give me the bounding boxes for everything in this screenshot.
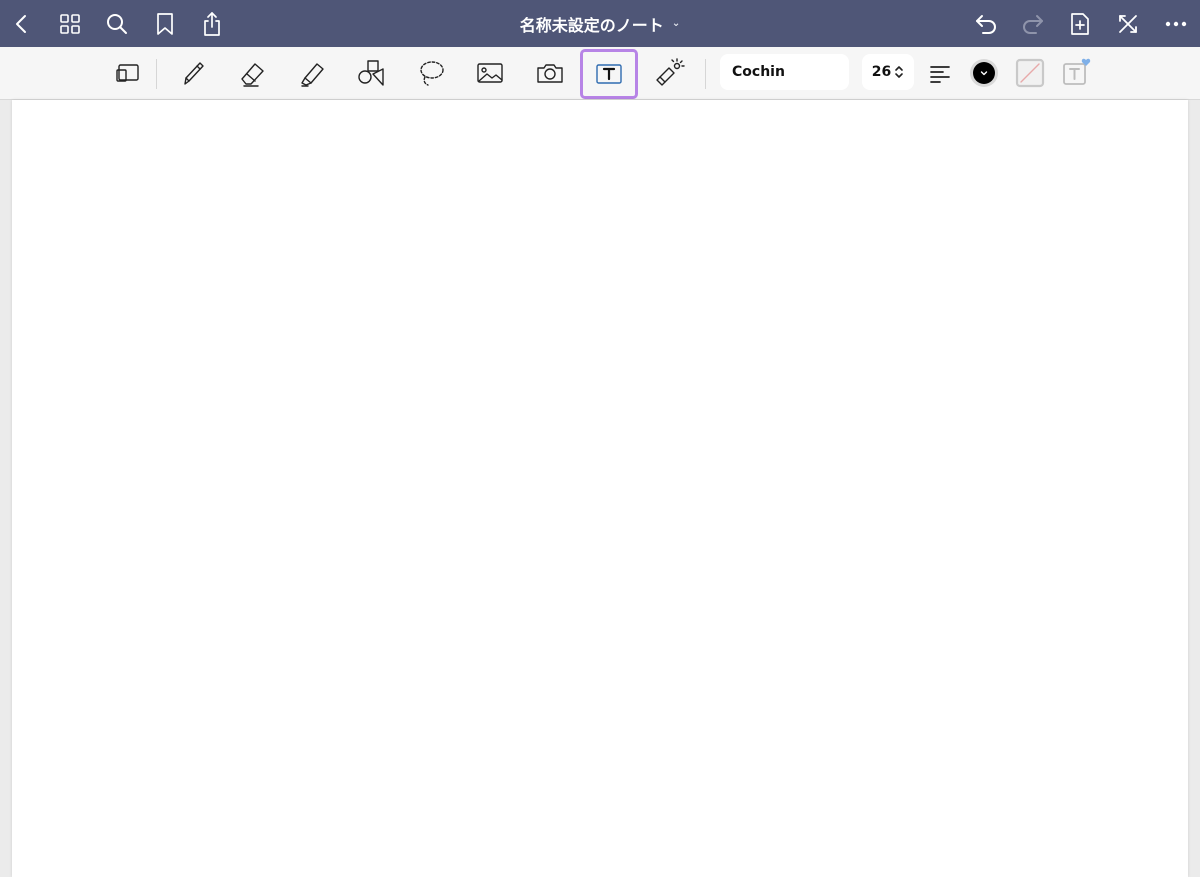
note-title: 名称未設定のノート xyxy=(519,15,664,35)
redo-button[interactable] xyxy=(1015,6,1051,42)
image-tool-button[interactable] xyxy=(468,52,512,94)
page-thumbnail-button[interactable] xyxy=(106,52,150,94)
image-icon xyxy=(477,63,503,83)
back-button[interactable] xyxy=(4,6,40,42)
share-icon xyxy=(204,12,220,36)
grid-icon xyxy=(60,14,80,34)
fullscreen-button[interactable] xyxy=(1110,6,1146,42)
toolbar-divider xyxy=(156,59,157,89)
highlighter-icon xyxy=(301,63,324,87)
highlighter-tool-button[interactable] xyxy=(290,52,334,94)
chevron-down-icon: ⌄ xyxy=(671,18,681,29)
lasso-tool-button[interactable] xyxy=(409,52,453,94)
font-name-selector[interactable]: Cochin xyxy=(720,54,849,90)
pen-tool-button[interactable] xyxy=(170,52,214,94)
drawing-toolbar xyxy=(0,47,1200,100)
pen-icon xyxy=(184,62,204,85)
lasso-icon xyxy=(420,61,444,86)
close-fullscreen-icon xyxy=(1119,15,1137,33)
note-page-canvas[interactable] xyxy=(12,100,1188,877)
undo-icon xyxy=(976,15,996,34)
more-icon xyxy=(1165,21,1187,27)
laser-pointer-icon xyxy=(656,58,685,86)
redo-icon xyxy=(1023,15,1043,34)
stepper-chevrons-icon xyxy=(895,66,904,78)
note-title-button[interactable]: 名称未設定のノート ⌄ xyxy=(520,12,680,36)
add-page-button[interactable] xyxy=(1062,6,1098,42)
camera-tool-button[interactable] xyxy=(528,52,572,94)
font-size-stepper[interactable]: 26 xyxy=(862,54,914,90)
eraser-icon xyxy=(241,63,264,87)
add-page-icon xyxy=(1071,13,1089,35)
font-name: Cochin xyxy=(732,64,785,80)
toolbar-divider xyxy=(705,59,706,89)
fill-color-button[interactable] xyxy=(1008,52,1052,94)
search-button[interactable] xyxy=(99,6,135,42)
more-button[interactable] xyxy=(1158,6,1194,42)
text-color-button[interactable] xyxy=(962,52,1006,94)
camera-icon xyxy=(537,64,563,83)
shapes-icon xyxy=(358,60,384,86)
search-icon xyxy=(107,14,127,34)
no-fill-icon xyxy=(1015,58,1045,88)
text-box-icon xyxy=(596,64,622,84)
align-left-icon xyxy=(930,66,950,83)
grid-view-button[interactable] xyxy=(52,6,88,42)
font-size-value: 26 xyxy=(871,64,892,80)
bookmark-button[interactable] xyxy=(147,6,183,42)
page-thumbnail-icon xyxy=(116,64,139,82)
back-icon xyxy=(16,15,26,33)
text-box-tool-button[interactable] xyxy=(580,49,638,99)
eraser-tool-button[interactable] xyxy=(230,52,274,94)
undo-button[interactable] xyxy=(968,6,1004,42)
bookmark-icon xyxy=(157,13,173,35)
text-align-button[interactable] xyxy=(918,52,962,94)
text-style-button[interactable] xyxy=(1054,52,1098,94)
share-button[interactable] xyxy=(194,6,230,42)
top-navigation-bar: 名称未設定のノート ⌄ xyxy=(0,0,1200,47)
text-style-icon xyxy=(1063,58,1091,85)
laser-pointer-tool-button[interactable] xyxy=(647,52,691,94)
shapes-tool-button[interactable] xyxy=(349,52,393,94)
color-swatch-icon xyxy=(970,59,998,87)
